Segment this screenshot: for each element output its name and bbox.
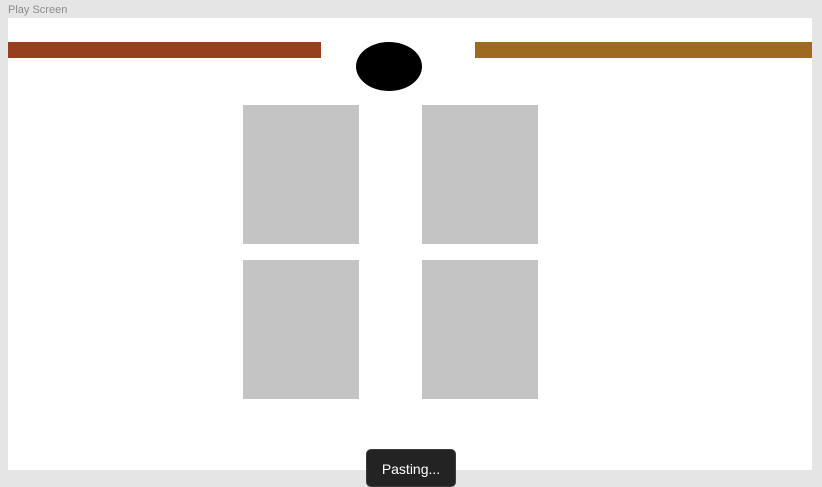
frame-label[interactable]: Play Screen <box>8 3 67 17</box>
ball[interactable] <box>356 42 422 91</box>
play-screen-frame[interactable] <box>8 18 812 470</box>
card-bottom-left[interactable] <box>243 260 359 399</box>
card-top-right[interactable] <box>422 105 538 244</box>
card-bottom-right[interactable] <box>422 260 538 399</box>
pasting-toast: Pasting... <box>366 449 456 487</box>
right-bar[interactable] <box>475 42 812 58</box>
card-top-left[interactable] <box>243 105 359 244</box>
left-bar[interactable] <box>8 42 321 58</box>
